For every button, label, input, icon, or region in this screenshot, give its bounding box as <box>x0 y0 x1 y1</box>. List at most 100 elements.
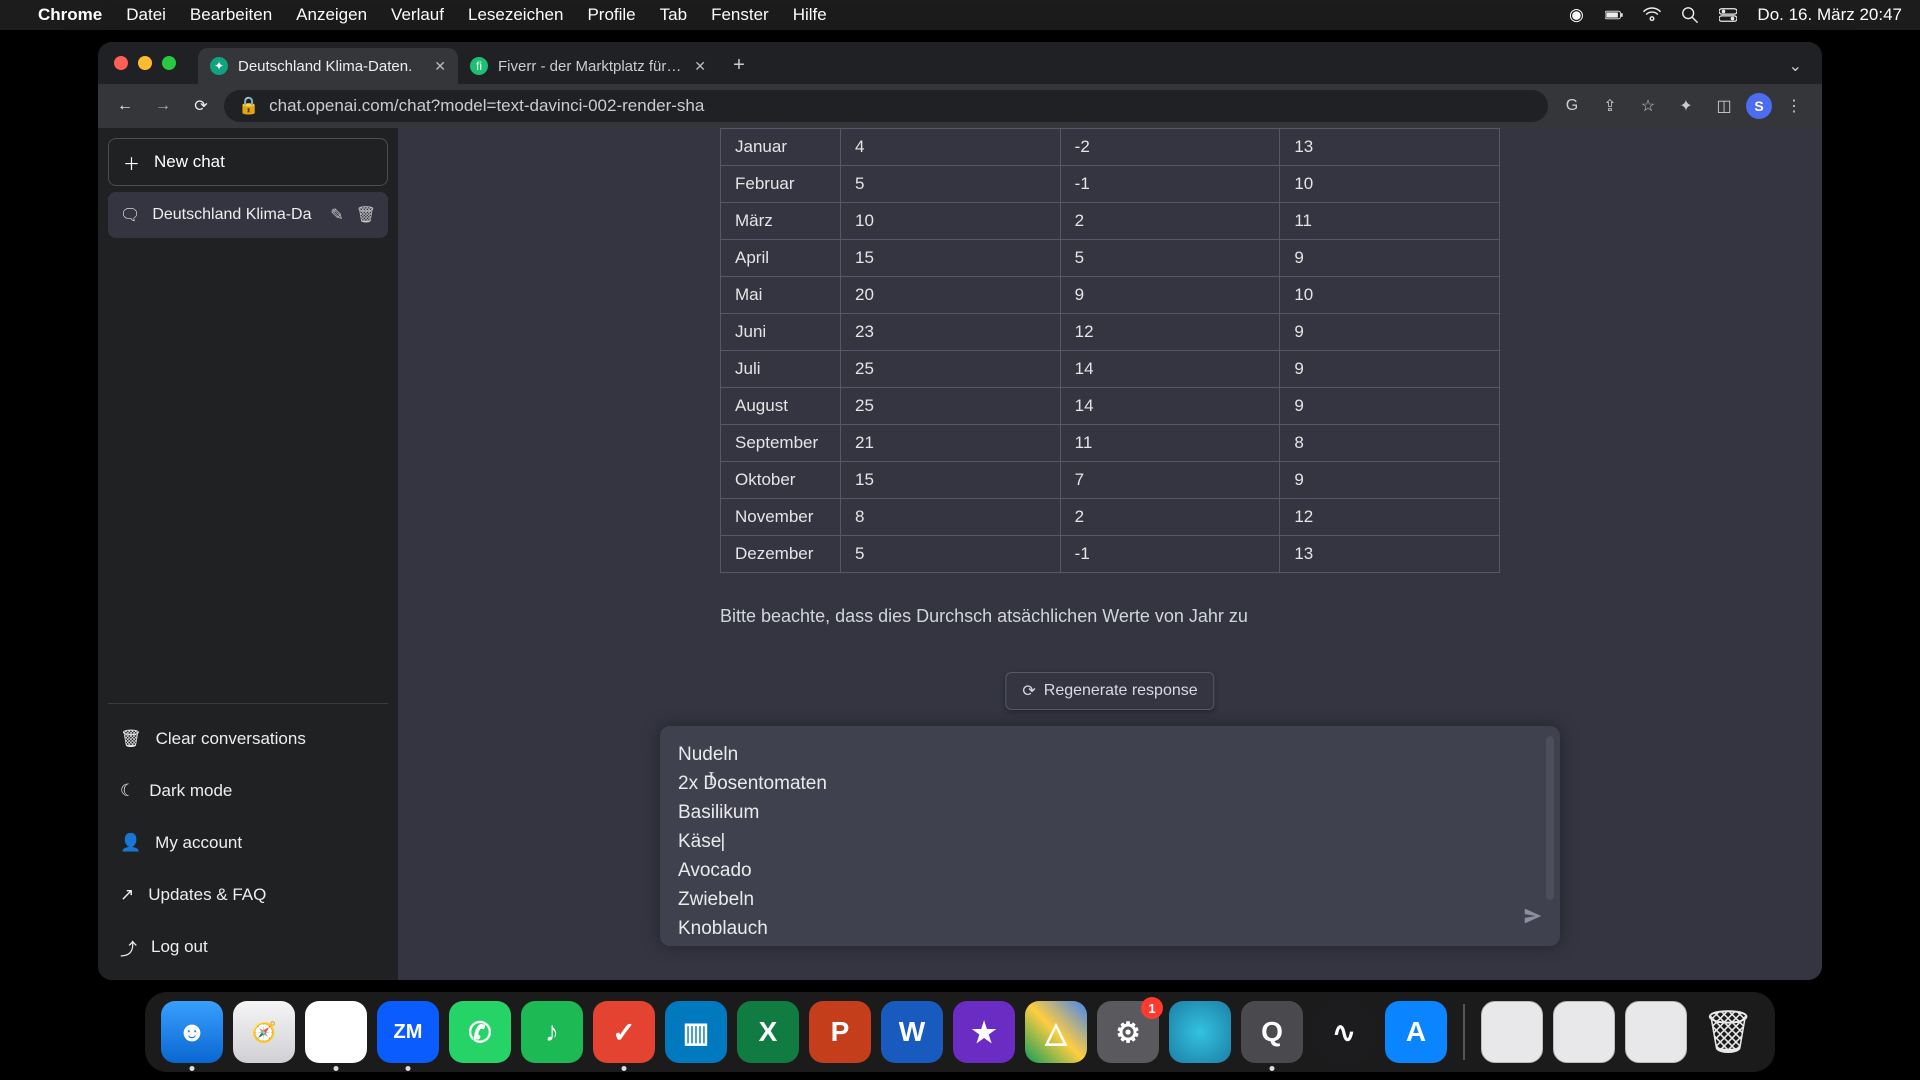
new-tab-button[interactable]: + <box>724 50 754 80</box>
dock-app-whatsapp[interactable]: ✆ <box>449 1001 511 1063</box>
status-wifi-icon[interactable] <box>1643 6 1661 24</box>
status-datetime[interactable]: Do. 16. März 20:47 <box>1757 5 1902 25</box>
google-account-icon[interactable]: G <box>1556 90 1588 122</box>
input-scrollbar[interactable] <box>1546 736 1554 900</box>
table-cell: -1 <box>1060 536 1280 573</box>
updates-faq-button[interactable]: ↗ Updates & FAQ <box>108 872 388 918</box>
menubar-app[interactable]: Chrome <box>38 5 102 25</box>
dock-app-todoist[interactable]: ✓ <box>593 1001 655 1063</box>
chat-input[interactable]: Nudeln2x DosentomatenBasilikumKäseAvocad… <box>660 726 1560 946</box>
clear-label: Clear conversations <box>156 729 306 749</box>
dock-app-safari[interactable]: 🧭 <box>233 1001 295 1063</box>
logout-button[interactable]: ⤴ Log out <box>108 924 388 970</box>
status-control-center-icon[interactable] <box>1719 6 1737 24</box>
dock-trash[interactable]: 🗑 <box>1697 1001 1759 1063</box>
menu-fenster[interactable]: Fenster <box>711 5 769 25</box>
share-icon[interactable]: ⇪ <box>1594 90 1626 122</box>
input-line: Käse <box>678 827 1510 856</box>
dock-app-voice[interactable]: ∿ <box>1313 1001 1375 1063</box>
clear-conversations-button[interactable]: 🗑 Clear conversations <box>108 716 388 762</box>
menu-datei[interactable]: Datei <box>126 5 166 25</box>
nav-back-button[interactable]: ← <box>110 91 140 121</box>
badge: 1 <box>1141 997 1163 1019</box>
menu-tab[interactable]: Tab <box>660 5 687 25</box>
rename-icon[interactable]: ✎ <box>330 205 343 225</box>
dock-minimized-window[interactable] <box>1625 1001 1687 1063</box>
tabs-overflow-icon[interactable]: ⌄ <box>1789 56 1802 76</box>
bookmark-icon[interactable]: ☆ <box>1632 90 1664 122</box>
table-cell: Mai <box>721 277 841 314</box>
table-row: November8212 <box>721 499 1500 536</box>
menu-lesezeichen[interactable]: Lesezeichen <box>468 5 563 25</box>
nav-reload-button[interactable]: ⟳ <box>186 91 216 121</box>
send-icon[interactable] <box>1522 905 1544 932</box>
dock-app-spotify[interactable]: ♪ <box>521 1001 583 1063</box>
dock-app-trello[interactable]: ▥ <box>665 1001 727 1063</box>
conversation-title: Deutschland Klima-Da <box>152 206 318 224</box>
input-line: Basilikum <box>678 798 1510 827</box>
dock-app-settings[interactable]: ⚙1 <box>1097 1001 1159 1063</box>
table-row: Juni23129 <box>721 314 1500 351</box>
table-row: August25149 <box>721 388 1500 425</box>
table-cell: 23 <box>841 314 1061 351</box>
chrome-menu-icon[interactable]: ⋮ <box>1778 90 1810 122</box>
table-cell: 12 <box>1280 499 1500 536</box>
dark-mode-button[interactable]: ☾ Dark mode <box>108 768 388 814</box>
table-cell: Juli <box>721 351 841 388</box>
table-cell: 7 <box>1060 462 1280 499</box>
omnibox[interactable]: 🔒 chat.openai.com/chat?model=text-davinc… <box>224 90 1548 122</box>
dock-app-drive[interactable]: △ <box>1025 1001 1087 1063</box>
dock-app-siri[interactable] <box>1169 1001 1231 1063</box>
table-cell: 21 <box>841 425 1061 462</box>
table-row: Oktober1579 <box>721 462 1500 499</box>
my-account-button[interactable]: 👤 My account <box>108 820 388 866</box>
table-cell: 9 <box>1280 462 1500 499</box>
dock-app-imovie[interactable]: ★ <box>953 1001 1015 1063</box>
dock-app-chrome[interactable]: ◉ <box>305 1001 367 1063</box>
table-row: Januar4-213 <box>721 129 1500 166</box>
menu-bearbeiten[interactable]: Bearbeiten <box>190 5 272 25</box>
table-cell: 9 <box>1280 314 1500 351</box>
menu-hilfe[interactable]: Hilfe <box>793 5 827 25</box>
status-search-icon[interactable] <box>1681 6 1699 24</box>
trash-icon: 🗑 <box>120 729 142 749</box>
input-line: Knoblauch <box>678 914 1510 943</box>
profile-avatar[interactable]: S <box>1746 93 1772 119</box>
status-battery-icon[interactable] <box>1605 6 1623 24</box>
window-maximize-button[interactable] <box>162 56 176 70</box>
new-chat-label: New chat <box>154 152 225 172</box>
new-chat-button[interactable]: ＋ New chat <box>108 138 388 186</box>
regenerate-response-button[interactable]: ⟳ Regenerate response <box>1005 672 1214 710</box>
dock-app-word[interactable]: W <box>881 1001 943 1063</box>
status-record-icon[interactable]: ◉ <box>1567 6 1585 24</box>
table-cell: 13 <box>1280 536 1500 573</box>
browser-tab[interactable]: ✦Deutschland Klima-Daten.✕ <box>198 48 458 84</box>
table-cell: 9 <box>1280 351 1500 388</box>
dock-app-appstore[interactable]: A <box>1385 1001 1447 1063</box>
dock-minimized-window[interactable] <box>1553 1001 1615 1063</box>
table-row: Mai20910 <box>721 277 1500 314</box>
dock-app-powerpoint[interactable]: P <box>809 1001 871 1063</box>
browser-tab[interactable]: fiFiverr - der Marktplatz für Fre…✕ <box>458 48 718 84</box>
window-controls <box>114 56 176 70</box>
running-dot-icon <box>622 1066 627 1071</box>
table-cell: 15 <box>841 240 1061 277</box>
menu-anzeigen[interactable]: Anzeigen <box>296 5 367 25</box>
dock-app-zoom[interactable]: ZM <box>377 1001 439 1063</box>
dock-app-quicktime[interactable]: Q <box>1241 1001 1303 1063</box>
window-minimize-button[interactable] <box>138 56 152 70</box>
dock-minimized-window[interactable] <box>1481 1001 1543 1063</box>
extensions-icon[interactable]: ✦ <box>1670 90 1702 122</box>
dock-app-finder[interactable]: ☻ <box>161 1001 223 1063</box>
tab-close-icon[interactable]: ✕ <box>694 58 706 75</box>
input-line: Zwiebeln <box>678 885 1510 914</box>
delete-icon[interactable]: 🗑 <box>356 205 376 225</box>
dock-app-excel[interactable]: X <box>737 1001 799 1063</box>
menu-profile[interactable]: Profile <box>587 5 635 25</box>
window-close-button[interactable] <box>114 56 128 70</box>
conversation-item[interactable]: 🗨 Deutschland Klima-Da ✎ 🗑 <box>108 192 388 238</box>
menu-verlauf[interactable]: Verlauf <box>391 5 444 25</box>
sidepanel-icon[interactable]: ◫ <box>1708 90 1740 122</box>
input-line: Nudeln <box>678 740 1510 769</box>
tab-close-icon[interactable]: ✕ <box>434 58 446 75</box>
